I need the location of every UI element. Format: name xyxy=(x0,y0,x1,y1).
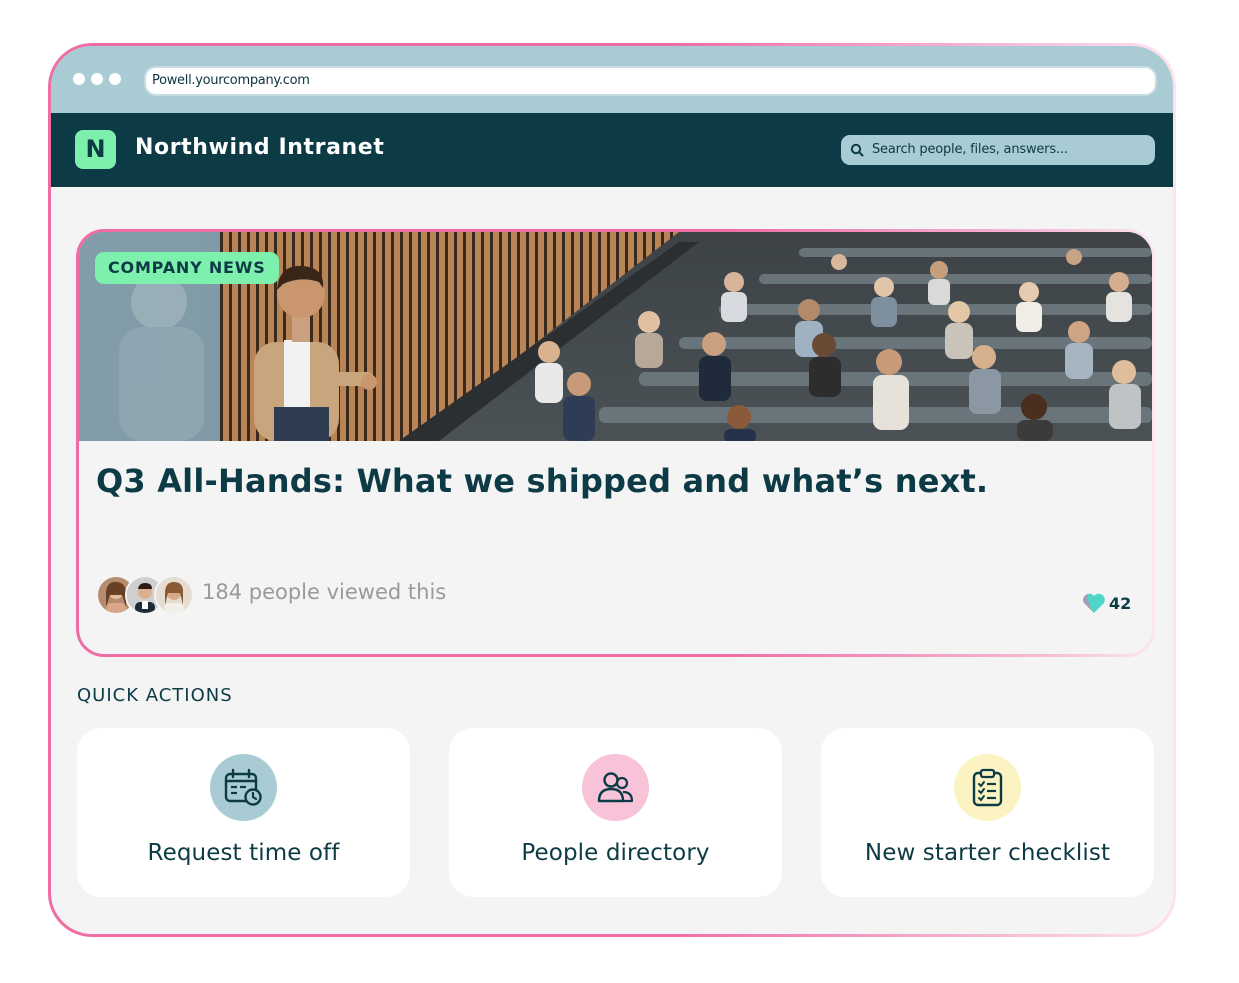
tile-label: Request time off xyxy=(147,840,340,866)
people-icon xyxy=(597,772,634,803)
tile-icon-bg xyxy=(954,754,1021,821)
app-logo[interactable]: N xyxy=(75,130,116,169)
tile-label: People directory xyxy=(521,840,710,866)
window-dot-icon xyxy=(91,73,103,85)
avatar xyxy=(154,575,194,615)
new-starter-checklist-tile[interactable]: New starter checklist xyxy=(821,728,1154,897)
window-dot-icon xyxy=(109,73,121,85)
tile-label: New starter checklist xyxy=(864,840,1111,866)
request-time-off-tile[interactable]: Request time off xyxy=(77,728,410,897)
calendar-clock-icon xyxy=(224,768,262,806)
search-icon xyxy=(850,143,864,157)
browser-frame: Powell.yourcompany.com N Northwind Intra… xyxy=(48,43,1176,937)
news-headline[interactable]: Q3 All-Hands: What we shipped and what’s… xyxy=(96,462,988,500)
view-count: 184 people viewed this xyxy=(202,580,447,604)
heart-icon xyxy=(1083,593,1105,613)
window-dot-icon xyxy=(73,73,85,85)
viewer-avatars xyxy=(96,575,194,615)
app-header: N Northwind Intranet Search people, file… xyxy=(51,113,1173,187)
quick-actions-heading: QUICK ACTIONS xyxy=(77,685,233,706)
search-input[interactable]: Search people, files, answers... xyxy=(841,135,1155,165)
tile-icon-bg xyxy=(582,754,649,821)
news-card[interactable]: COMPANY NEWS Q3 All-Hands: What we shipp… xyxy=(76,229,1155,657)
people-directory-tile[interactable]: People directory xyxy=(449,728,782,897)
clipboard-checklist-icon xyxy=(972,768,1003,807)
address-bar[interactable]: Powell.yourcompany.com xyxy=(144,66,1157,96)
like-count: 42 xyxy=(1109,594,1132,613)
app-title: Northwind Intranet xyxy=(135,135,385,160)
browser-window: Powell.yourcompany.com N Northwind Intra… xyxy=(51,46,1173,934)
search-placeholder: Search people, files, answers... xyxy=(872,142,1068,157)
tile-icon-bg xyxy=(210,754,277,821)
browser-toolbar: Powell.yourcompany.com xyxy=(51,46,1173,113)
category-badge[interactable]: COMPANY NEWS xyxy=(95,252,279,284)
